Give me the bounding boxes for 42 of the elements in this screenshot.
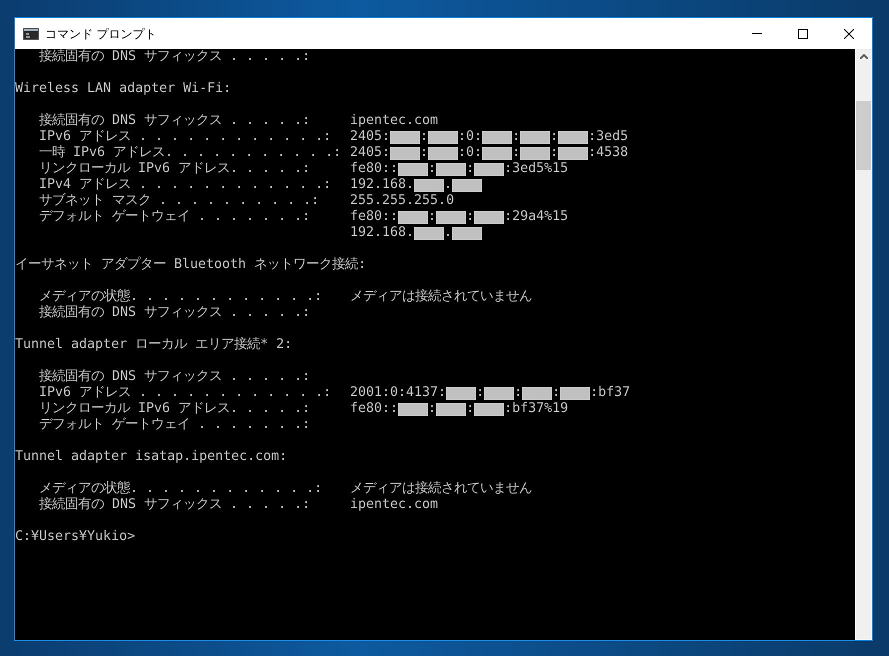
field-label: デフォルト ゲートウェイ . . . . . . .: bbox=[38, 209, 312, 225]
scrollbar-thumb[interactable] bbox=[856, 101, 871, 170]
scroll-up-icon bbox=[860, 54, 868, 59]
field-value: メディアは接続されていません bbox=[350, 289, 532, 305]
maximize-icon bbox=[798, 28, 808, 38]
field-label: デフォルト ゲートウェイ . . . . . . .: bbox=[38, 417, 312, 433]
field-value: 2405: : :0: : : :3ed5 bbox=[350, 129, 628, 145]
field-label: IPv6 アドレス . . . . . . . . . . . .: bbox=[38, 129, 332, 145]
field-label: 一時 IPv6 アドレス. . . . . . . . . . .: bbox=[38, 145, 342, 161]
field-label: メディアの状態. . . . . . . . . . . .: bbox=[38, 289, 324, 304]
close-icon bbox=[844, 28, 854, 38]
field-value: 192.168. . bbox=[350, 177, 482, 193]
field-label: リンクローカル IPv6 アドレス. . . . .: bbox=[38, 401, 312, 417]
field-value: fe80:: : : :bf37%19 bbox=[350, 401, 568, 417]
field-value: ipentec.com bbox=[350, 497, 438, 513]
field-label: 接続固有の DNS サフィックス . . . . .: bbox=[38, 497, 312, 513]
field-label: IPv6 アドレス . . . . . . . . . . . .: bbox=[38, 385, 332, 401]
field-label: 接続固有の DNS サフィックス . . . . .: bbox=[38, 49, 312, 65]
field-value: ipentec.com bbox=[350, 113, 438, 129]
field-value: 255.255.255.0 bbox=[350, 193, 454, 209]
field-value: fe80:: : : :29a4%15 bbox=[350, 209, 568, 225]
field-value: fe80:: : : :3ed5%15 bbox=[350, 161, 568, 177]
field-value: 2001:0:4137: : : : :bf37 bbox=[350, 385, 630, 401]
console-app-icon bbox=[23, 28, 39, 40]
field-label: リンクローカル IPv6 アドレス. . . . .: bbox=[38, 161, 312, 177]
scrollbar[interactable] bbox=[855, 49, 872, 640]
adapter-heading: Tunnel adapter ローカル エリア接続* 2: bbox=[15, 337, 292, 353]
field-label: 接続固有の DNS サフィックス . . . . .: bbox=[38, 113, 312, 129]
field-label: サブネット マスク . . . . . . . . . .: bbox=[38, 193, 320, 209]
field-label: 接続固有の DNS サフィックス . . . . .: bbox=[38, 305, 312, 321]
field-value: メディアは接続されていません bbox=[350, 481, 532, 497]
adapter-heading: Wireless LAN adapter Wi-Fi: bbox=[15, 81, 232, 97]
field-label: メディアの状態. . . . . . . . . . . .: bbox=[38, 481, 324, 496]
field-value: 192.168. . bbox=[350, 225, 482, 241]
field-label: 接続固有の DNS サフィックス . . . . .: bbox=[38, 369, 312, 385]
window-title: コマンド プロンプト bbox=[45, 26, 156, 42]
adapter-heading: Tunnel adapter isatap.ipentec.com: bbox=[15, 449, 288, 465]
adapter-heading: イーサネット アダプター Bluetooth ネットワーク接続: bbox=[15, 257, 366, 273]
minimize-icon bbox=[752, 33, 762, 34]
command-prompt: C:¥Users¥Yukio> bbox=[15, 529, 136, 545]
field-label: IPv4 アドレス . . . . . . . . . . . .: bbox=[38, 177, 332, 192]
field-value: 2405: : :0: : : :4538 bbox=[350, 145, 628, 161]
